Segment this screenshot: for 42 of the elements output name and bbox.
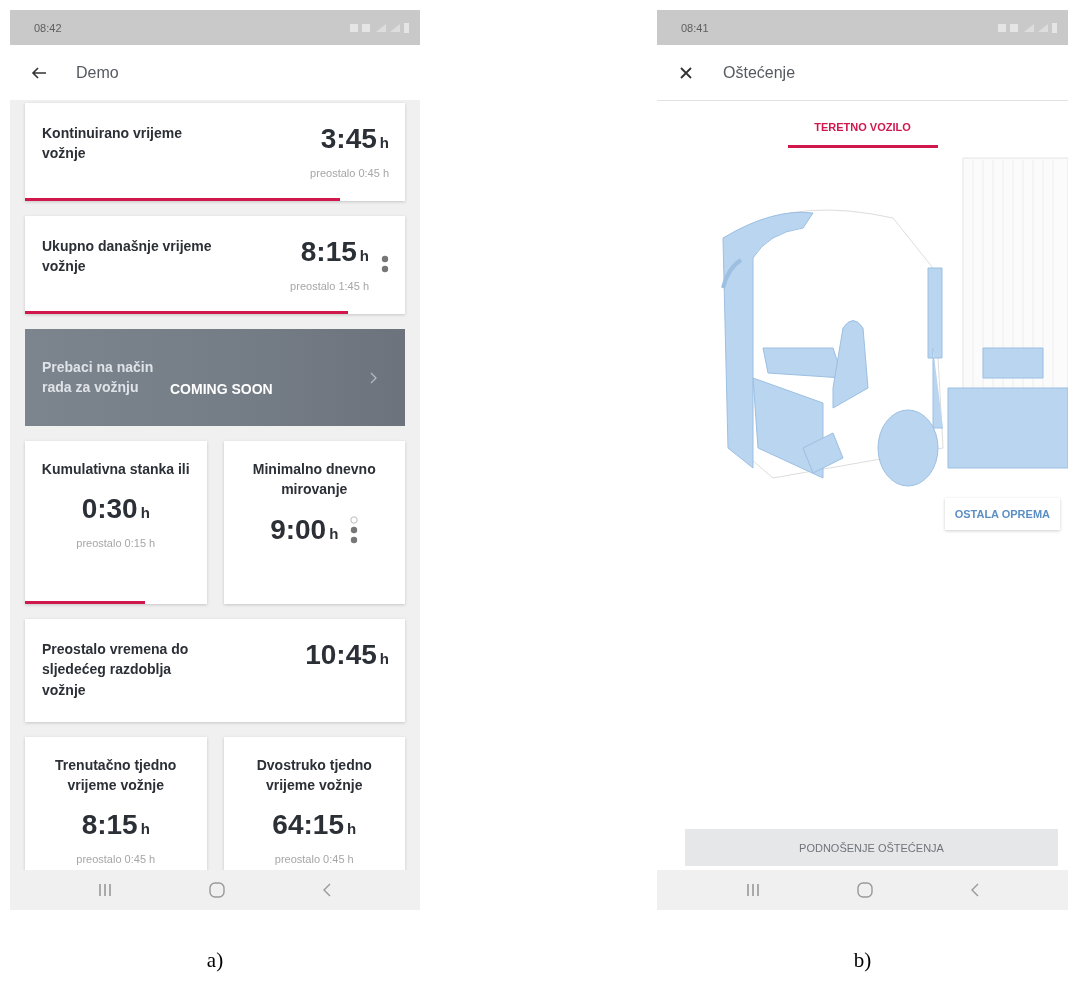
metric-value: 0:30 h — [81, 493, 150, 526]
page-indicator-icon — [350, 514, 359, 545]
chevron-right-icon — [370, 371, 377, 384]
coming-soon-label: COMING SOON — [170, 381, 273, 397]
metric-value: 64:15 h — [272, 809, 357, 842]
metric-value: 8:15 h — [300, 236, 369, 268]
metric-label: Minimalno dnevno mirovanje — [251, 460, 377, 500]
recent-apps-icon[interactable] — [745, 883, 760, 897]
status-time: 08:42 — [34, 21, 62, 34]
banner-text: Prebaci na način rada za vožnju — [42, 357, 155, 397]
metric-value: 8:15 h — [81, 809, 150, 842]
page-indicator-icon — [381, 254, 389, 274]
metric-label: Ukupno današnje vrijeme vožnje — [42, 237, 213, 277]
remaining-time: preostalo 0:45 h — [310, 167, 389, 179]
figure-caption: a) — [206, 948, 224, 973]
recent-apps-icon[interactable] — [98, 883, 113, 897]
status-icons — [998, 22, 1058, 33]
remaining-time: preostalo 0:15 h — [76, 537, 156, 550]
metric-value: 10:45 h — [305, 639, 389, 671]
metric-label: Trenutačno tjedno vrijeme vožnje — [54, 755, 178, 796]
metric-label: Dvostruko tjedno vrijeme vožnje — [255, 755, 373, 796]
metric-label: Kontinuirano vrijeme vožnje — [42, 124, 184, 164]
mode-switch-banner[interactable]: Prebaci na način rada za vožnju COMING SOON — [25, 329, 405, 426]
vehicle-tab[interactable]: TERETNO VOZILO — [787, 113, 938, 148]
back-icon[interactable] — [969, 883, 980, 897]
screen-title: Oštećenje — [723, 63, 796, 82]
status-time: 08:41 — [681, 21, 709, 34]
other-equipment-button[interactable]: OSTALA OPREMA — [944, 498, 1060, 530]
home-icon[interactable] — [209, 882, 225, 898]
figure-caption: b) — [853, 948, 872, 973]
home-icon[interactable] — [856, 882, 873, 898]
remaining-time: preostalo 0:45 h — [76, 853, 156, 866]
status-icons — [350, 22, 410, 33]
back-icon[interactable] — [321, 883, 332, 897]
submit-damage-button[interactable]: PODNOŠENJE OŠTEĆENJA — [685, 829, 1058, 866]
remaining-time: preostalo 1:45 h — [290, 280, 369, 292]
metric-label: Kumulativna stanka ili — [41, 460, 190, 479]
metric-value: 3:45 h — [320, 123, 389, 155]
remaining-time: preostalo 0:45 h — [274, 853, 354, 866]
metric-value: 9:00 h — [270, 513, 339, 546]
metric-label: Preostalo vremena do sljedećeg razdoblja vožnje — [42, 640, 190, 700]
screen-title: Demo — [76, 63, 119, 82]
